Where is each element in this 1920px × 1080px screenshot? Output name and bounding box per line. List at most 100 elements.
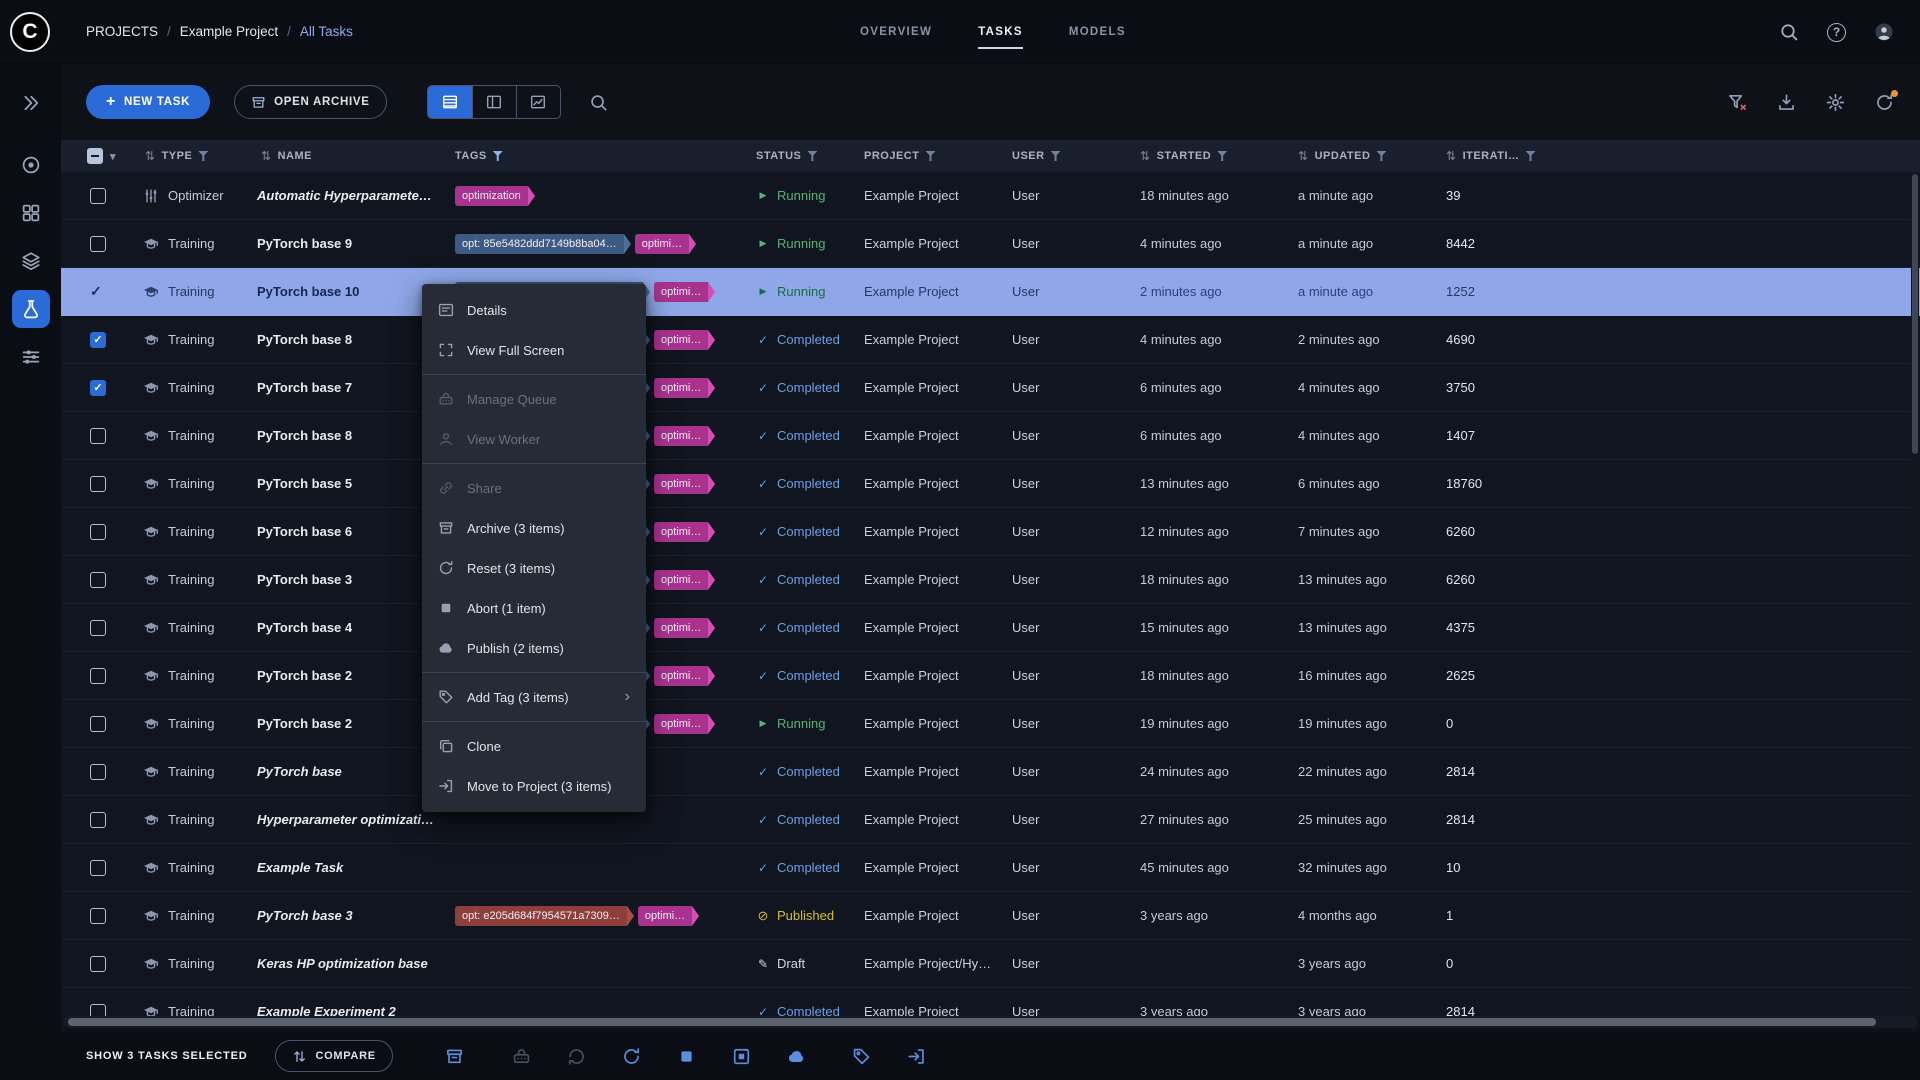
checkbox[interactable]: [90, 716, 106, 732]
checkbox[interactable]: [90, 764, 106, 780]
task-row[interactable]: TrainingExample Experiment 2✓CompletedEx…: [61, 988, 1920, 1016]
filter-reset-icon[interactable]: [1728, 93, 1747, 112]
checkbox[interactable]: [90, 428, 106, 444]
sort-icon[interactable]: ⇅: [1298, 149, 1309, 163]
filter-icon[interactable]: [198, 151, 208, 161]
filter-icon[interactable]: [925, 151, 935, 161]
tab-overview[interactable]: OVERVIEW: [860, 0, 932, 64]
settings-icon[interactable]: [1826, 93, 1845, 112]
sidebar-item-experiments[interactable]: [12, 290, 50, 328]
sidebar-item-dashboard[interactable]: [12, 84, 50, 122]
search-icon[interactable]: [1779, 22, 1799, 42]
task-row[interactable]: TrainingPyTorch base 3optimi…✓CompletedE…: [61, 556, 1920, 604]
task-name[interactable]: PyTorch base 3: [241, 572, 446, 587]
row-checkbox[interactable]: [61, 236, 121, 252]
task-row[interactable]: TrainingPyTorch base 8optimi…✓CompletedE…: [61, 412, 1920, 460]
menu-item-move-to-project[interactable]: Move to Project (3 items): [422, 766, 646, 806]
row-checkbox[interactable]: [61, 764, 121, 780]
menu-item-clone[interactable]: Clone: [422, 726, 646, 766]
row-checkbox[interactable]: [61, 812, 121, 828]
menu-item-abort[interactable]: Abort (1 item): [422, 588, 646, 628]
sidebar-item-workers[interactable]: [12, 338, 50, 376]
checkbox[interactable]: [90, 236, 106, 252]
task-row[interactable]: TrainingPyTorch base 3opt: e205d684f7954…: [61, 892, 1920, 940]
sort-icon[interactable]: ⇅: [145, 149, 156, 163]
download-icon[interactable]: [1777, 93, 1796, 112]
task-row[interactable]: ✓TrainingPyTorch base 10optimi…▶RunningE…: [61, 268, 1920, 316]
breadcrumb-item-example-project[interactable]: Example Project: [180, 24, 278, 39]
sort-icon[interactable]: ⇅: [1446, 149, 1457, 163]
menu-item-publish[interactable]: Publish (2 items): [422, 628, 646, 668]
task-row[interactable]: ✓TrainingPyTorch base 8optimi…✓Completed…: [61, 316, 1920, 364]
indeterminate-checkbox[interactable]: [87, 148, 103, 164]
selection-menu-caret-icon[interactable]: ▾: [110, 150, 116, 163]
refresh-icon[interactable]: [1875, 93, 1894, 112]
task-name[interactable]: PyTorch base 6: [241, 524, 446, 539]
breadcrumb-item-all-tasks[interactable]: All Tasks: [300, 24, 353, 39]
sort-icon[interactable]: ⇅: [1140, 149, 1151, 163]
row-checkbox[interactable]: [61, 188, 121, 204]
filter-icon[interactable]: [1526, 151, 1536, 161]
filter-icon[interactable]: [807, 151, 817, 161]
task-name[interactable]: PyTorch base 7: [241, 380, 446, 395]
task-name[interactable]: PyTorch base 4: [241, 620, 446, 635]
horizontal-scrollbar-thumb[interactable]: [68, 1018, 1876, 1026]
column-header-iterati[interactable]: ⇅ITERATI…: [1436, 149, 1920, 163]
row-checkbox[interactable]: [61, 668, 121, 684]
footer-reset-icon[interactable]: [622, 1047, 641, 1066]
view-toggle-card-view[interactable]: [472, 86, 516, 118]
checkbox[interactable]: [90, 476, 106, 492]
task-name[interactable]: PyTorch base 2: [241, 668, 446, 683]
footer-tag-icon[interactable]: [852, 1047, 871, 1066]
task-row[interactable]: TrainingPyTorch base 6optimi…✓CompletedE…: [61, 508, 1920, 556]
row-checkbox[interactable]: [61, 620, 121, 636]
task-name[interactable]: Keras HP optimization base: [241, 956, 446, 971]
checkbox[interactable]: [90, 1004, 106, 1017]
new-task-button[interactable]: +NEW TASK: [86, 85, 210, 119]
sort-icon[interactable]: ⇅: [261, 149, 272, 163]
menu-item-add-tag[interactable]: Add Tag (3 items)›: [422, 677, 646, 717]
task-row[interactable]: TrainingPyTorch base 2optimi…✓CompletedE…: [61, 652, 1920, 700]
task-row[interactable]: TrainingPyTorch base✓CompletedExample Pr…: [61, 748, 1920, 796]
row-checkbox[interactable]: ✓: [61, 332, 121, 348]
vertical-scrollbar-thumb[interactable]: [1912, 174, 1918, 454]
task-name[interactable]: PyTorch base 10: [241, 284, 446, 299]
checkbox[interactable]: [90, 188, 106, 204]
column-header-project[interactable]: PROJECT: [854, 150, 1002, 162]
task-name[interactable]: PyTorch base 2: [241, 716, 446, 731]
task-row[interactable]: TrainingHyperparameter optimizati…✓Compl…: [61, 796, 1920, 844]
row-checkbox[interactable]: [61, 428, 121, 444]
menu-item-archive[interactable]: Archive (3 items): [422, 508, 646, 548]
help-icon[interactable]: ?: [1827, 23, 1846, 42]
checkbox[interactable]: [90, 956, 106, 972]
select-all-checkbox[interactable]: ▾: [61, 148, 121, 164]
footer-move-icon[interactable]: [907, 1047, 926, 1066]
tab-tasks[interactable]: TASKS: [978, 0, 1023, 64]
filter-icon[interactable]: [1217, 151, 1227, 161]
sidebar-item-projects[interactable]: [12, 146, 50, 184]
task-name[interactable]: PyTorch base 9: [241, 236, 446, 251]
view-toggle-table-view[interactable]: [428, 86, 472, 118]
clearml-logo[interactable]: C: [10, 12, 50, 52]
task-row[interactable]: ✓TrainingPyTorch base 7optimi…✓Completed…: [61, 364, 1920, 412]
open-archive-button[interactable]: OPEN ARCHIVE: [234, 85, 387, 119]
checkbox[interactable]: ✓: [90, 332, 106, 348]
checkbox[interactable]: [90, 812, 106, 828]
checkbox[interactable]: ✓: [90, 380, 106, 396]
task-row[interactable]: TrainingKeras HP optimization base✎Draft…: [61, 940, 1920, 988]
task-name[interactable]: PyTorch base 3: [241, 908, 446, 923]
menu-item-view-full-screen[interactable]: View Full Screen: [422, 330, 646, 370]
filter-icon[interactable]: [493, 151, 503, 161]
task-row[interactable]: TrainingExample Task✓CompletedExample Pr…: [61, 844, 1920, 892]
task-row[interactable]: TrainingPyTorch base 5optimi…✓CompletedE…: [61, 460, 1920, 508]
task-name[interactable]: PyTorch base 8: [241, 428, 446, 443]
sidebar-item-datasets[interactable]: [12, 194, 50, 232]
row-checkbox[interactable]: [61, 716, 121, 732]
column-header-status[interactable]: STATUS: [746, 150, 854, 162]
search-icon[interactable]: [589, 93, 608, 112]
checkbox[interactable]: [90, 572, 106, 588]
footer-archive-icon[interactable]: [445, 1047, 464, 1066]
task-row[interactable]: TrainingPyTorch base 4optimi…✓CompletedE…: [61, 604, 1920, 652]
compare-button[interactable]: COMPARE: [275, 1040, 392, 1072]
view-toggle-plot-view[interactable]: [516, 86, 560, 118]
